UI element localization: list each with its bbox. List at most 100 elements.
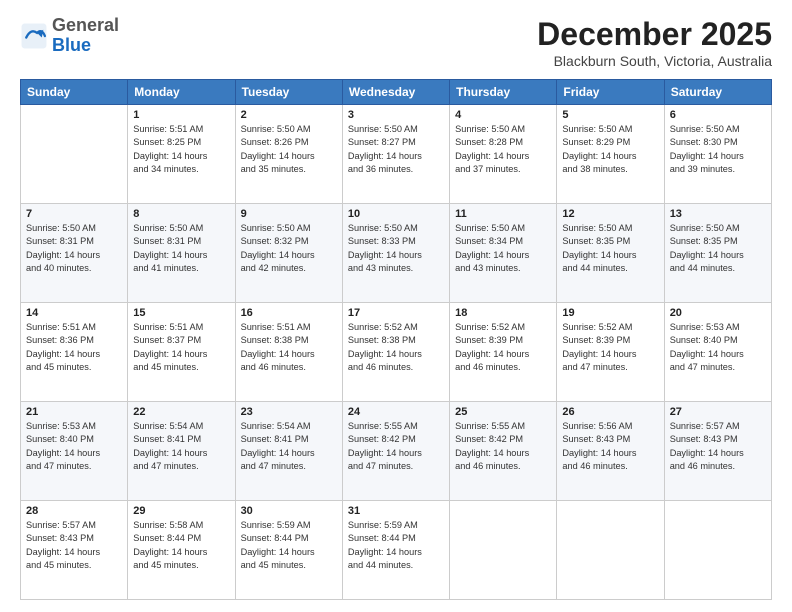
day-cell: 18 Sunrise: 5:52 AM Sunset: 8:39 PM Dayli… <box>450 303 557 402</box>
day-info: Sunrise: 5:50 AM Sunset: 8:28 PM Dayligh… <box>455 123 551 176</box>
day-cell: 5 Sunrise: 5:50 AM Sunset: 8:29 PM Daylig… <box>557 105 664 204</box>
day-info: Sunrise: 5:58 AM Sunset: 8:44 PM Dayligh… <box>133 519 229 572</box>
day-info: Sunrise: 5:54 AM Sunset: 8:41 PM Dayligh… <box>241 420 337 473</box>
day-info: Sunrise: 5:50 AM Sunset: 8:29 PM Dayligh… <box>562 123 658 176</box>
day-cell: 17Sunrise: 5:52 AM Sunset: 8:38 PM Dayli… <box>342 303 449 402</box>
day-info: Sunrise: 5:55 AM Sunset: 8:42 PM Dayligh… <box>348 420 444 473</box>
day-number: 28 <box>26 505 122 517</box>
location: Blackburn South, Victoria, Australia <box>537 53 772 69</box>
day-number: 22 <box>133 406 229 418</box>
day-number: 1 <box>133 109 229 121</box>
day-info: Sunrise: 5:54 AM Sunset: 8:41 PM Dayligh… <box>133 420 229 473</box>
day-info: Sunrise: 5:50 AM Sunset: 8:27 PM Dayligh… <box>348 123 444 176</box>
day-number: 29 <box>133 505 229 517</box>
day-cell: 12Sunrise: 5:50 AM Sunset: 8:35 PM Dayli… <box>557 204 664 303</box>
logo-blue: Blue <box>52 35 91 55</box>
day-number: 5 <box>562 109 658 121</box>
day-info: Sunrise: 5:57 AM Sunset: 8:43 PM Dayligh… <box>670 420 766 473</box>
day-number: 20 <box>670 307 766 319</box>
header: General Blue December 2025 Blackburn Sou… <box>20 16 772 69</box>
day-cell: 9Sunrise: 5:50 AM Sunset: 8:32 PM Daylig… <box>235 204 342 303</box>
day-info: Sunrise: 5:50 AM Sunset: 8:30 PM Dayligh… <box>670 123 766 176</box>
day-number: 13 <box>670 208 766 220</box>
day-info: Sunrise: 5:52 AM Sunset: 8:39 PM Dayligh… <box>455 321 551 374</box>
day-cell: 22 Sunrise: 5:54 AM Sunset: 8:41 PM Dayli… <box>128 402 235 501</box>
day-info: Sunrise: 5:50 AM Sunset: 8:26 PM Dayligh… <box>241 123 337 176</box>
day-info: Sunrise: 5:59 AM Sunset: 8:44 PM Dayligh… <box>241 519 337 572</box>
day-cell: 6Sunrise: 5:50 AM Sunset: 8:30 PM Daylig… <box>664 105 771 204</box>
day-info: Sunrise: 5:50 AM Sunset: 8:34 PM Dayligh… <box>455 222 551 275</box>
day-number: 27 <box>670 406 766 418</box>
day-cell: 28 Sunrise: 5:57 AM Sunset: 8:43 PM Dayli… <box>21 501 128 600</box>
month-title: December 2025 <box>537 16 772 53</box>
day-cell: 4 Sunrise: 5:50 AM Sunset: 8:28 PM Daylig… <box>450 105 557 204</box>
week-row-3: 14 Sunrise: 5:51 AM Sunset: 8:36 PM Dayli… <box>21 303 772 402</box>
day-cell: 16Sunrise: 5:51 AM Sunset: 8:38 PM Dayli… <box>235 303 342 402</box>
day-info: Sunrise: 5:51 AM Sunset: 8:38 PM Dayligh… <box>241 321 337 374</box>
day-cell: 26 Sunrise: 5:56 AM Sunset: 8:43 PM Dayli… <box>557 402 664 501</box>
day-cell: 31Sunrise: 5:59 AM Sunset: 8:44 PM Dayli… <box>342 501 449 600</box>
logo-icon <box>20 22 48 50</box>
day-cell: 14 Sunrise: 5:51 AM Sunset: 8:36 PM Dayli… <box>21 303 128 402</box>
day-number: 30 <box>241 505 337 517</box>
col-monday: Monday <box>128 80 235 105</box>
day-cell: 24Sunrise: 5:55 AM Sunset: 8:42 PM Dayli… <box>342 402 449 501</box>
day-number: 3 <box>348 109 444 121</box>
day-number: 18 <box>455 307 551 319</box>
day-cell: 23Sunrise: 5:54 AM Sunset: 8:41 PM Dayli… <box>235 402 342 501</box>
day-info: Sunrise: 5:53 AM Sunset: 8:40 PM Dayligh… <box>26 420 122 473</box>
col-sunday: Sunday <box>21 80 128 105</box>
day-info: Sunrise: 5:57 AM Sunset: 8:43 PM Dayligh… <box>26 519 122 572</box>
day-info: Sunrise: 5:51 AM Sunset: 8:25 PM Dayligh… <box>133 123 229 176</box>
day-cell: 11 Sunrise: 5:50 AM Sunset: 8:34 PM Dayli… <box>450 204 557 303</box>
col-tuesday: Tuesday <box>235 80 342 105</box>
day-info: Sunrise: 5:55 AM Sunset: 8:42 PM Dayligh… <box>455 420 551 473</box>
day-number: 10 <box>348 208 444 220</box>
day-number: 15 <box>133 307 229 319</box>
col-wednesday: Wednesday <box>342 80 449 105</box>
week-row-2: 7 Sunrise: 5:50 AM Sunset: 8:31 PM Daylig… <box>21 204 772 303</box>
day-cell: 21Sunrise: 5:53 AM Sunset: 8:40 PM Dayli… <box>21 402 128 501</box>
day-cell <box>664 501 771 600</box>
day-info: Sunrise: 5:59 AM Sunset: 8:44 PM Dayligh… <box>348 519 444 572</box>
week-row-5: 28 Sunrise: 5:57 AM Sunset: 8:43 PM Dayli… <box>21 501 772 600</box>
logo: General Blue <box>20 16 119 56</box>
day-number: 26 <box>562 406 658 418</box>
logo-general: General <box>52 15 119 35</box>
col-thursday: Thursday <box>450 80 557 105</box>
day-info: Sunrise: 5:52 AM Sunset: 8:39 PM Dayligh… <box>562 321 658 374</box>
day-number: 11 <box>455 208 551 220</box>
day-info: Sunrise: 5:50 AM Sunset: 8:33 PM Dayligh… <box>348 222 444 275</box>
day-number: 14 <box>26 307 122 319</box>
day-cell: 3 Sunrise: 5:50 AM Sunset: 8:27 PM Daylig… <box>342 105 449 204</box>
day-cell: 2 Sunrise: 5:50 AM Sunset: 8:26 PM Daylig… <box>235 105 342 204</box>
calendar-header-row: Sunday Monday Tuesday Wednesday Thursday… <box>21 80 772 105</box>
col-saturday: Saturday <box>664 80 771 105</box>
day-cell: 29 Sunrise: 5:58 AM Sunset: 8:44 PM Dayli… <box>128 501 235 600</box>
day-info: Sunrise: 5:51 AM Sunset: 8:36 PM Dayligh… <box>26 321 122 374</box>
day-number: 4 <box>455 109 551 121</box>
day-info: Sunrise: 5:56 AM Sunset: 8:43 PM Dayligh… <box>562 420 658 473</box>
day-info: Sunrise: 5:51 AM Sunset: 8:37 PM Dayligh… <box>133 321 229 374</box>
day-info: Sunrise: 5:50 AM Sunset: 8:32 PM Dayligh… <box>241 222 337 275</box>
logo-text: General Blue <box>52 16 119 56</box>
day-cell: 15 Sunrise: 5:51 AM Sunset: 8:37 PM Dayli… <box>128 303 235 402</box>
day-cell: 10 Sunrise: 5:50 AM Sunset: 8:33 PM Dayli… <box>342 204 449 303</box>
week-row-4: 21Sunrise: 5:53 AM Sunset: 8:40 PM Dayli… <box>21 402 772 501</box>
day-number: 19 <box>562 307 658 319</box>
day-cell: 7Sunrise: 5:50 AM Sunset: 8:31 PM Daylig… <box>21 204 128 303</box>
day-number: 7 <box>26 208 122 220</box>
day-info: Sunrise: 5:50 AM Sunset: 8:31 PM Dayligh… <box>133 222 229 275</box>
day-number: 8 <box>133 208 229 220</box>
day-number: 17 <box>348 307 444 319</box>
day-cell <box>21 105 128 204</box>
week-row-1: 1 Sunrise: 5:51 AM Sunset: 8:25 PM Daylig… <box>21 105 772 204</box>
day-cell: 13 Sunrise: 5:50 AM Sunset: 8:35 PM Dayli… <box>664 204 771 303</box>
day-cell: 19 Sunrise: 5:52 AM Sunset: 8:39 PM Dayli… <box>557 303 664 402</box>
day-cell: 25 Sunrise: 5:55 AM Sunset: 8:42 PM Dayli… <box>450 402 557 501</box>
day-info: Sunrise: 5:50 AM Sunset: 8:35 PM Dayligh… <box>562 222 658 275</box>
day-number: 25 <box>455 406 551 418</box>
day-number: 2 <box>241 109 337 121</box>
day-info: Sunrise: 5:50 AM Sunset: 8:35 PM Dayligh… <box>670 222 766 275</box>
day-cell: 27 Sunrise: 5:57 AM Sunset: 8:43 PM Dayli… <box>664 402 771 501</box>
